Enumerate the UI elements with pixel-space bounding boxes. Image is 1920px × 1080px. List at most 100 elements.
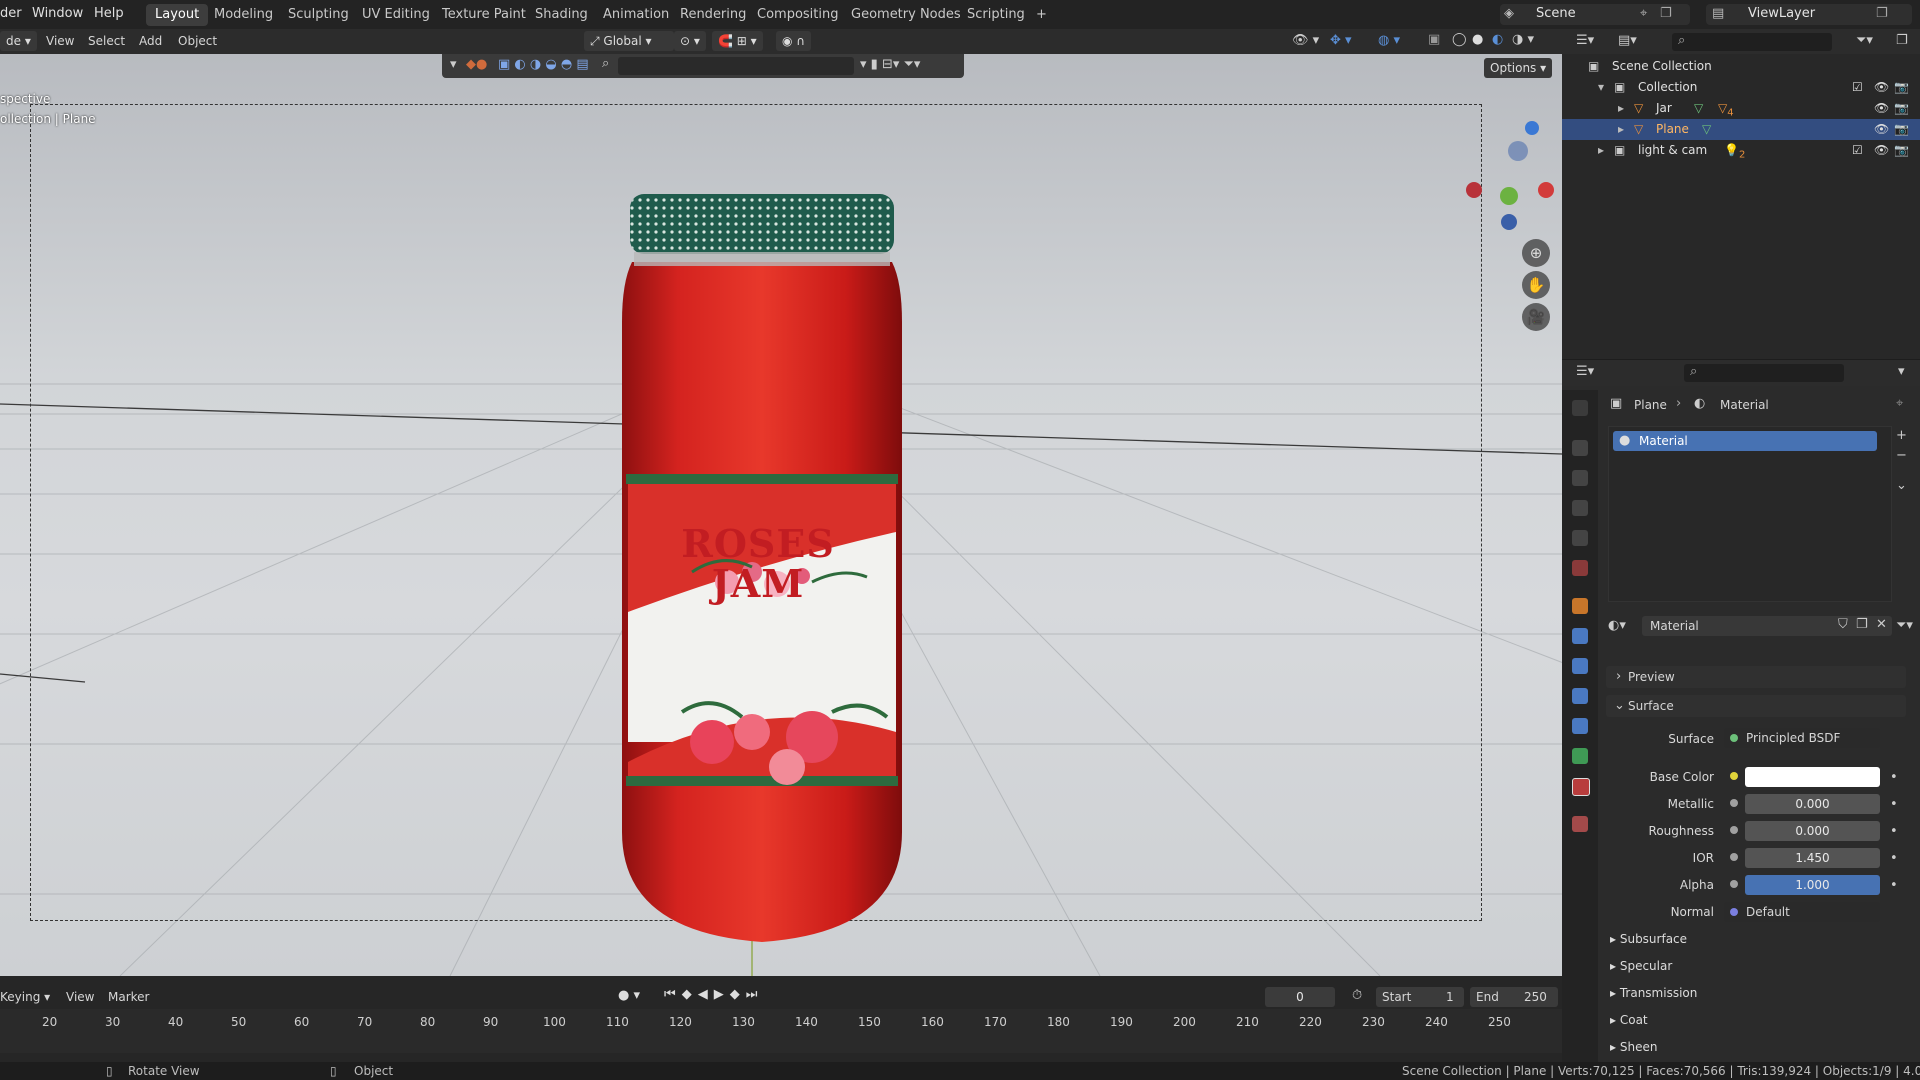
- keyframe-dot-icon[interactable]: •: [1890, 770, 1898, 785]
- new-collection-icon[interactable]: ❐: [1896, 33, 1908, 48]
- add-slot-icon[interactable]: +: [1896, 428, 1907, 443]
- chevron-down-icon[interactable]: ▾: [450, 57, 457, 72]
- expand-arrow-icon[interactable]: ▸: [1598, 140, 1604, 161]
- outliner-item-plane[interactable]: ▸ ▽ Plane ▽ 👁 📷: [1562, 119, 1920, 140]
- clock-icon[interactable]: ⏱: [1352, 988, 1362, 1003]
- data-tab-icon[interactable]: [1572, 748, 1588, 764]
- surface-panel-header[interactable]: ⌄ Surface: [1606, 695, 1906, 717]
- search-input[interactable]: [618, 57, 854, 75]
- viewlayer-selector[interactable]: ▤ ViewLayer ❐: [1706, 4, 1912, 25]
- view-layer-tab-icon[interactable]: [1572, 500, 1588, 516]
- shading-solid-icon[interactable]: ●: [1472, 32, 1483, 47]
- preview-panel-header[interactable]: › Preview: [1606, 666, 1906, 688]
- gizmo-z-neg[interactable]: [1508, 141, 1528, 161]
- gizmo-x-neg[interactable]: [1466, 182, 1482, 198]
- material-browse-icon[interactable]: ◐▾: [1608, 618, 1626, 633]
- duplicate-icon[interactable]: ❐: [1856, 617, 1868, 632]
- material-slot-item[interactable]: ● Material: [1613, 431, 1877, 451]
- menu-object[interactable]: Object: [178, 34, 217, 48]
- tool-tab-icon[interactable]: [1572, 400, 1588, 416]
- outliner-search-input[interactable]: ⌕: [1672, 33, 1832, 51]
- options-dropdown[interactable]: Options ▾: [1484, 58, 1553, 78]
- camera-render-icon[interactable]: 📷: [1894, 140, 1909, 161]
- tab-shading[interactable]: Shading: [526, 4, 597, 26]
- outliner-item-light-cam[interactable]: ▸ ▣ light & cam 💡2 ☑ 👁 📷: [1562, 140, 1920, 161]
- filter-icon[interactable]: ⏷▾: [1856, 33, 1873, 48]
- ior-field[interactable]: 1.450: [1745, 848, 1880, 868]
- expand-arrow-icon[interactable]: ▾: [1598, 77, 1604, 98]
- tab-animation[interactable]: Animation: [594, 4, 678, 26]
- snap-icon[interactable]: 🧲 ⊞ ▾: [712, 31, 763, 51]
- pin-icon[interactable]: ⌖: [1640, 6, 1647, 21]
- menu-select[interactable]: Select: [88, 34, 125, 48]
- pivot-icon[interactable]: ⊙ ▾: [674, 31, 706, 51]
- fake-user-shield-icon[interactable]: ⛉: [1838, 617, 1848, 632]
- gizmo-z-axis[interactable]: [1525, 121, 1539, 135]
- new-scene-icon[interactable]: ❐: [1660, 6, 1672, 21]
- roughness-field[interactable]: 0.000: [1745, 821, 1880, 841]
- playback-controls-icon[interactable]: ⏮◆◀▶◆⏭: [664, 987, 763, 1002]
- tab-modeling[interactable]: Modeling: [205, 4, 282, 26]
- bookmark-icon[interactable]: ▾ ▮ ⊟▾ ⏷▾: [860, 57, 920, 72]
- overlay-toggle-icon[interactable]: ◍ ▾: [1378, 33, 1400, 48]
- outliner-scene-collection[interactable]: ▣ Scene Collection: [1562, 56, 1920, 77]
- gizmo-x-axis[interactable]: [1538, 182, 1554, 198]
- keying-dropdown[interactable]: Keying ▾: [0, 990, 50, 1004]
- zoom-icon[interactable]: ⊕: [1522, 239, 1550, 267]
- current-frame-field[interactable]: 0: [1265, 987, 1335, 1007]
- mode-dropdown[interactable]: de ▾: [0, 31, 37, 51]
- scene-selector[interactable]: ◈ Scene ⌖ ❐: [1500, 4, 1690, 25]
- keyframe-dot-icon[interactable]: •: [1890, 824, 1898, 839]
- properties-search-input[interactable]: ⌕: [1684, 364, 1844, 382]
- subpanel-sheen[interactable]: ▸ Sheen: [1610, 1040, 1657, 1054]
- gizmo-z-neg-bottom[interactable]: [1501, 214, 1517, 230]
- select-mode-icon[interactable]: ◆●: [466, 57, 487, 72]
- record-icon[interactable]: ● ▾: [618, 988, 640, 1003]
- display-mode-icon[interactable]: ▤▾: [1618, 33, 1637, 48]
- expand-arrow-icon[interactable]: ▸: [1618, 119, 1624, 140]
- modifier-tab-icon[interactable]: [1572, 628, 1588, 644]
- outliner-item-jar[interactable]: ▸ ▽ Jar ▽ ▽4 👁 📷: [1562, 98, 1920, 119]
- checkbox-icon[interactable]: ☑: [1852, 140, 1863, 161]
- filter-box-icon[interactable]: ▣ ◐ ◑ ◒ ◓ ▤: [498, 57, 589, 72]
- keyframe-dot-icon[interactable]: •: [1890, 878, 1898, 893]
- texture-tab-icon[interactable]: [1572, 816, 1588, 832]
- tab-compositing[interactable]: Compositing: [748, 4, 848, 26]
- metallic-field[interactable]: 0.000: [1745, 794, 1880, 814]
- editor-type-icon[interactable]: ☰▾: [1576, 364, 1594, 379]
- alpha-field[interactable]: 1.000: [1745, 875, 1880, 895]
- tab-geometry-nodes[interactable]: Geometry Nodes: [842, 4, 970, 26]
- render-tab-icon[interactable]: [1572, 440, 1588, 456]
- eye-icon[interactable]: 👁: [1874, 98, 1889, 119]
- subpanel-transmission[interactable]: ▸ Transmission: [1610, 986, 1697, 1000]
- add-workspace-button[interactable]: +: [1027, 4, 1056, 26]
- surface-shader-dropdown[interactable]: Principled BSDF: [1724, 728, 1880, 748]
- shading-material-icon[interactable]: ◐: [1492, 32, 1503, 47]
- base-color-swatch[interactable]: [1745, 767, 1880, 787]
- editor-type-icon[interactable]: ☰▾: [1576, 33, 1594, 48]
- physics-tab-icon[interactable]: [1572, 688, 1588, 704]
- menu-timeline-view[interactable]: View: [66, 990, 94, 1004]
- constraints-tab-icon[interactable]: [1572, 718, 1588, 734]
- gizmo-toggle-icon[interactable]: ✥ ▾: [1330, 33, 1352, 48]
- gizmo-y-axis[interactable]: [1500, 187, 1518, 205]
- remove-slot-icon[interactable]: −: [1896, 448, 1907, 463]
- particles-tab-icon[interactable]: [1572, 658, 1588, 674]
- scene-tab-icon[interactable]: [1572, 530, 1588, 546]
- pan-hand-icon[interactable]: ✋: [1522, 271, 1550, 299]
- eye-icon[interactable]: 👁: [1874, 119, 1889, 140]
- tab-scripting[interactable]: Scripting: [958, 4, 1034, 26]
- shading-rendered-icon[interactable]: ◑ ▾: [1512, 32, 1534, 47]
- material-name-field[interactable]: Material ⛉ ❐ ✕: [1642, 616, 1892, 636]
- menu-window[interactable]: Window: [32, 6, 83, 21]
- checkbox-icon[interactable]: ☑: [1852, 77, 1863, 98]
- camera-render-icon[interactable]: 📷: [1894, 119, 1909, 140]
- subpanel-coat[interactable]: ▸ Coat: [1610, 1013, 1648, 1027]
- menu-view[interactable]: View: [46, 34, 74, 48]
- start-frame-field[interactable]: Start 1: [1376, 987, 1464, 1007]
- tab-texture-paint[interactable]: Texture Paint: [433, 4, 535, 26]
- end-frame-field[interactable]: End 250: [1470, 987, 1558, 1007]
- eye-icon[interactable]: 👁: [1874, 77, 1889, 98]
- keyframe-dot-icon[interactable]: •: [1890, 797, 1898, 812]
- xray-icon[interactable]: ▣: [1428, 32, 1440, 47]
